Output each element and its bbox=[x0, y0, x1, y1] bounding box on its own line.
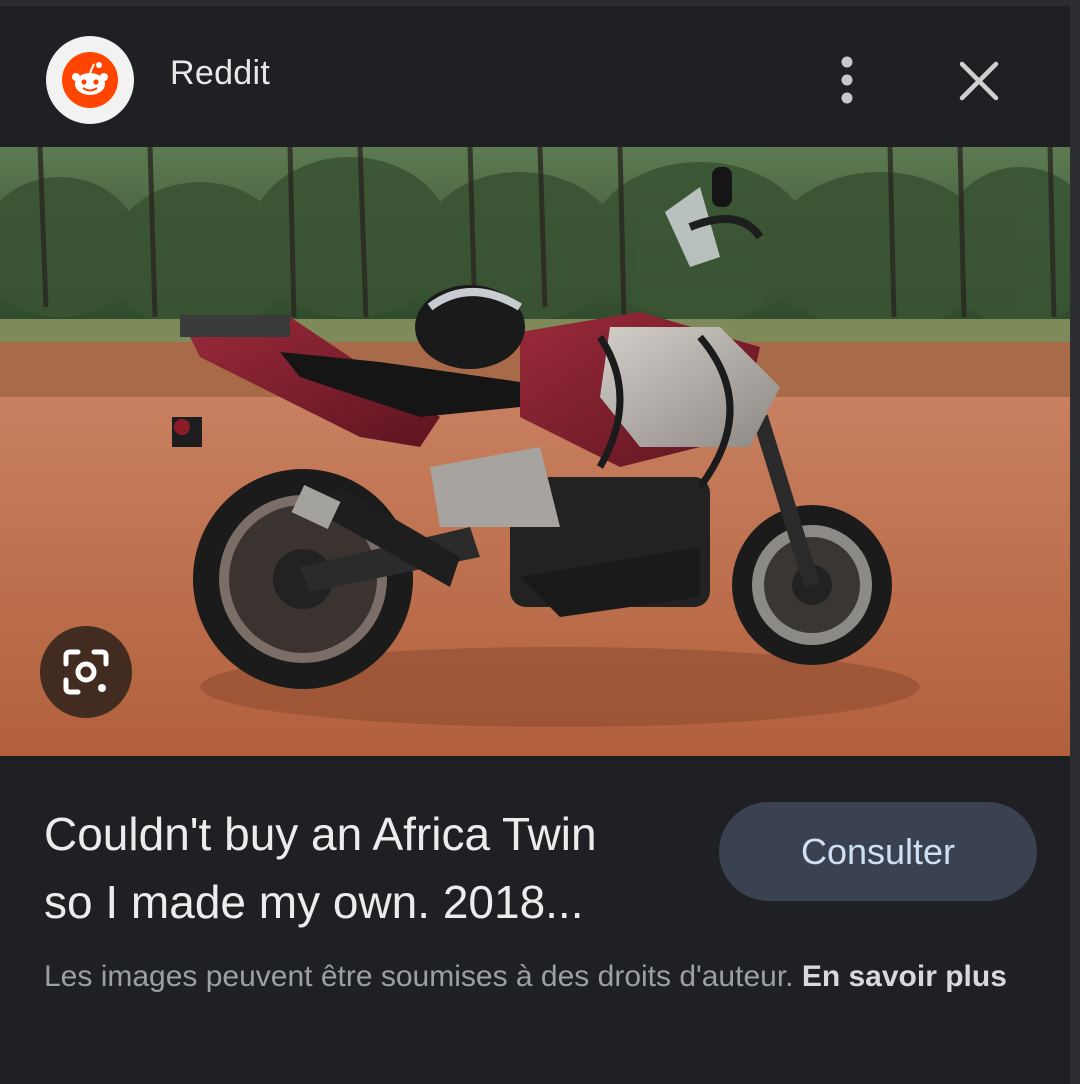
reddit-alien-icon bbox=[62, 52, 118, 108]
result-title-line2: so I made my own. 2018... bbox=[44, 876, 584, 928]
more-vert-icon bbox=[841, 56, 853, 104]
copyright-text: Les images peuvent être soumises à des d… bbox=[44, 960, 802, 993]
scrollbar-track[interactable] bbox=[1070, 6, 1080, 1084]
viewer-header: Reddit bbox=[0, 6, 1070, 146]
source-name[interactable]: Reddit bbox=[170, 54, 270, 93]
lens-search-button[interactable] bbox=[40, 626, 132, 718]
motorcycle-photo bbox=[0, 147, 1070, 756]
learn-more-link[interactable]: En savoir plus bbox=[802, 960, 1007, 993]
close-icon bbox=[959, 61, 999, 101]
source-logo[interactable] bbox=[46, 36, 134, 124]
close-button[interactable] bbox=[950, 52, 1008, 110]
copyright-notice: Les images peuvent être soumises à des d… bbox=[44, 955, 1034, 999]
result-image[interactable] bbox=[0, 147, 1070, 756]
more-options-button[interactable] bbox=[822, 50, 872, 110]
lens-search-icon bbox=[63, 649, 109, 695]
result-title[interactable]: Couldn't buy an Africa Twin so I made my… bbox=[44, 800, 694, 936]
visit-button[interactable]: Consulter bbox=[719, 802, 1037, 901]
result-title-line1: Couldn't buy an Africa Twin bbox=[44, 808, 597, 860]
